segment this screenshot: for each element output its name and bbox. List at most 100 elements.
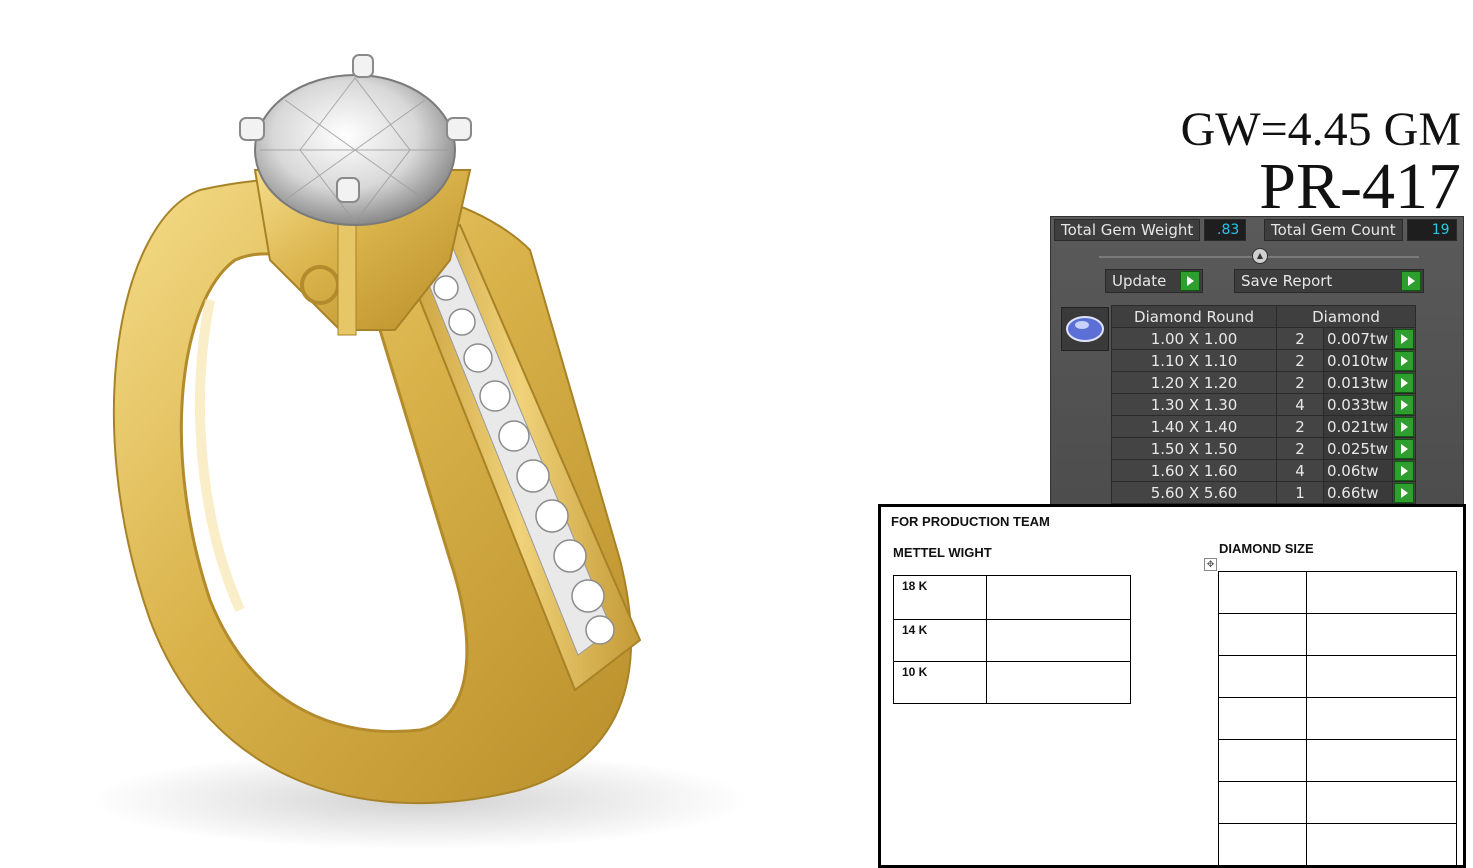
play-arrow-icon: [1394, 372, 1414, 393]
karat-weight-cell[interactable]: [986, 661, 1131, 704]
size-cell[interactable]: [1218, 697, 1307, 740]
table-row: [1218, 739, 1457, 782]
diamond-weight-cell: 0.021tw: [1323, 415, 1393, 438]
update-button-label: Update: [1112, 272, 1167, 290]
row-go-button[interactable]: [1392, 371, 1416, 394]
row-go-button[interactable]: [1392, 327, 1416, 350]
gem-report-panel: Total Gem Weight .83 Total Gem Count 19 …: [1050, 216, 1464, 518]
table-row: [1218, 823, 1457, 866]
karat-weight-cell[interactable]: [986, 619, 1131, 662]
table-row[interactable]: 5.60 X 5.60 1 0.66tw: [1111, 481, 1416, 504]
size-cell[interactable]: [1306, 781, 1457, 824]
row-go-button[interactable]: [1392, 481, 1416, 504]
table-row[interactable]: 1.30 X 1.30 4 0.033tw: [1111, 393, 1416, 416]
row-go-button[interactable]: [1392, 415, 1416, 438]
save-report-button[interactable]: Save Report: [1234, 269, 1424, 293]
size-cell[interactable]: [1218, 739, 1307, 782]
total-gem-weight-value: .83: [1204, 219, 1247, 241]
karat-label: 14 K: [893, 619, 987, 662]
diamond-weight-cell: 0.66tw: [1323, 481, 1393, 504]
gross-weight-heading: GW=4.45 GM: [1180, 103, 1461, 156]
diamond-weight-cell: 0.06tw: [1323, 459, 1393, 482]
table-row: [1218, 571, 1457, 614]
table-row: 10 K: [893, 661, 1131, 704]
table-row[interactable]: 1.50 X 1.50 2 0.025tw: [1111, 437, 1416, 460]
play-arrow-icon: [1394, 482, 1414, 503]
play-arrow-icon: [1394, 394, 1414, 415]
diamond-count-cell: 2: [1276, 437, 1324, 460]
metal-weight-title: METTEL WIGHT: [893, 545, 992, 560]
gem-table-header: Diamond Round Diamond: [1111, 305, 1416, 328]
size-cell[interactable]: [1218, 823, 1307, 866]
play-arrow-icon: [1401, 271, 1421, 291]
size-cell[interactable]: [1306, 823, 1457, 866]
diamond-count-cell: 4: [1276, 459, 1324, 482]
total-gem-count-label: Total Gem Count: [1264, 219, 1403, 241]
diamond-count-cell: 4: [1276, 393, 1324, 416]
slider-knob-icon[interactable]: ▲: [1252, 248, 1268, 264]
table-row: 14 K: [893, 619, 1131, 662]
update-button[interactable]: Update: [1105, 269, 1203, 293]
karat-weight-cell[interactable]: [986, 575, 1131, 620]
row-go-button[interactable]: [1392, 437, 1416, 460]
diamond-size-cell: 1.40 X 1.40: [1111, 415, 1277, 438]
karat-label: 10 K: [893, 661, 987, 704]
size-cell[interactable]: [1218, 613, 1307, 656]
round-diamond-icon: [1066, 316, 1104, 342]
diamond-size-cell: 1.00 X 1.00: [1111, 327, 1277, 350]
size-cell[interactable]: [1306, 655, 1457, 698]
row-go-button[interactable]: [1392, 459, 1416, 482]
ring-product-image: [90, 54, 750, 850]
table-row[interactable]: 1.20 X 1.20 2 0.013tw: [1111, 371, 1416, 394]
diamond-count-cell: 2: [1276, 371, 1324, 394]
diamond-size-table: [1218, 571, 1457, 866]
shape-column-header: Diamond Round: [1111, 305, 1277, 328]
diamond-size-cell: 1.50 X 1.50: [1111, 437, 1277, 460]
row-go-button[interactable]: [1392, 393, 1416, 416]
table-row: 18 K: [893, 575, 1131, 620]
size-cell[interactable]: [1218, 571, 1307, 614]
diamond-count-cell: 1: [1276, 481, 1324, 504]
play-arrow-icon: [1180, 271, 1200, 291]
gem-table: Diamond Round Diamond 1.00 X 1.00 2 0.007t…: [1111, 305, 1416, 504]
table-row: [1218, 613, 1457, 656]
diamond-size-cell: 1.30 X 1.30: [1111, 393, 1277, 416]
total-gem-count-stat: Total Gem Count 19: [1264, 219, 1457, 241]
move-handle-icon[interactable]: ✥: [1204, 558, 1217, 571]
size-cell[interactable]: [1218, 655, 1307, 698]
total-gem-weight-stat: Total Gem Weight .83: [1054, 219, 1247, 241]
type-column-header: Diamond: [1276, 305, 1416, 328]
table-row[interactable]: 1.00 X 1.00 2 0.007tw: [1111, 327, 1416, 350]
diamond-weight-cell: 0.010tw: [1323, 349, 1393, 372]
karat-label: 18 K: [893, 575, 987, 620]
table-row: [1218, 655, 1457, 698]
size-cell[interactable]: [1306, 571, 1457, 614]
table-row[interactable]: 1.40 X 1.40 2 0.021tw: [1111, 415, 1416, 438]
metal-weight-table: 18 K 14 K 10 K: [893, 575, 1131, 704]
table-row[interactable]: 1.60 X 1.60 4 0.06tw: [1111, 459, 1416, 482]
diamond-count-cell: 2: [1276, 327, 1324, 350]
play-arrow-icon: [1394, 416, 1414, 437]
production-title: FOR PRODUCTION TEAM: [891, 514, 1050, 529]
diamond-size-cell: 1.60 X 1.60: [1111, 459, 1277, 482]
save-report-button-label: Save Report: [1241, 272, 1333, 290]
row-go-button[interactable]: [1392, 349, 1416, 372]
diamond-weight-cell: 0.007tw: [1323, 327, 1393, 350]
product-code-heading: PR-417: [1259, 150, 1461, 223]
total-gem-count-value: 19: [1406, 219, 1457, 241]
table-row: [1218, 697, 1457, 740]
size-cell[interactable]: [1306, 739, 1457, 782]
size-cell[interactable]: [1218, 781, 1307, 824]
diamond-size-cell: 1.10 X 1.10: [1111, 349, 1277, 372]
gem-thumbnail[interactable]: [1061, 307, 1109, 351]
play-arrow-icon: [1394, 460, 1414, 481]
diamond-size-cell: 5.60 X 5.60: [1111, 481, 1277, 504]
diamond-weight-cell: 0.025tw: [1323, 437, 1393, 460]
size-cell[interactable]: [1306, 697, 1457, 740]
diamond-size-cell: 1.20 X 1.20: [1111, 371, 1277, 394]
table-row[interactable]: 1.10 X 1.10 2 0.010tw: [1111, 349, 1416, 372]
size-cell[interactable]: [1306, 613, 1457, 656]
diamond-size-title: DIAMOND SIZE: [1219, 541, 1314, 556]
diamond-count-cell: 2: [1276, 415, 1324, 438]
total-gem-weight-label: Total Gem Weight: [1054, 219, 1201, 241]
